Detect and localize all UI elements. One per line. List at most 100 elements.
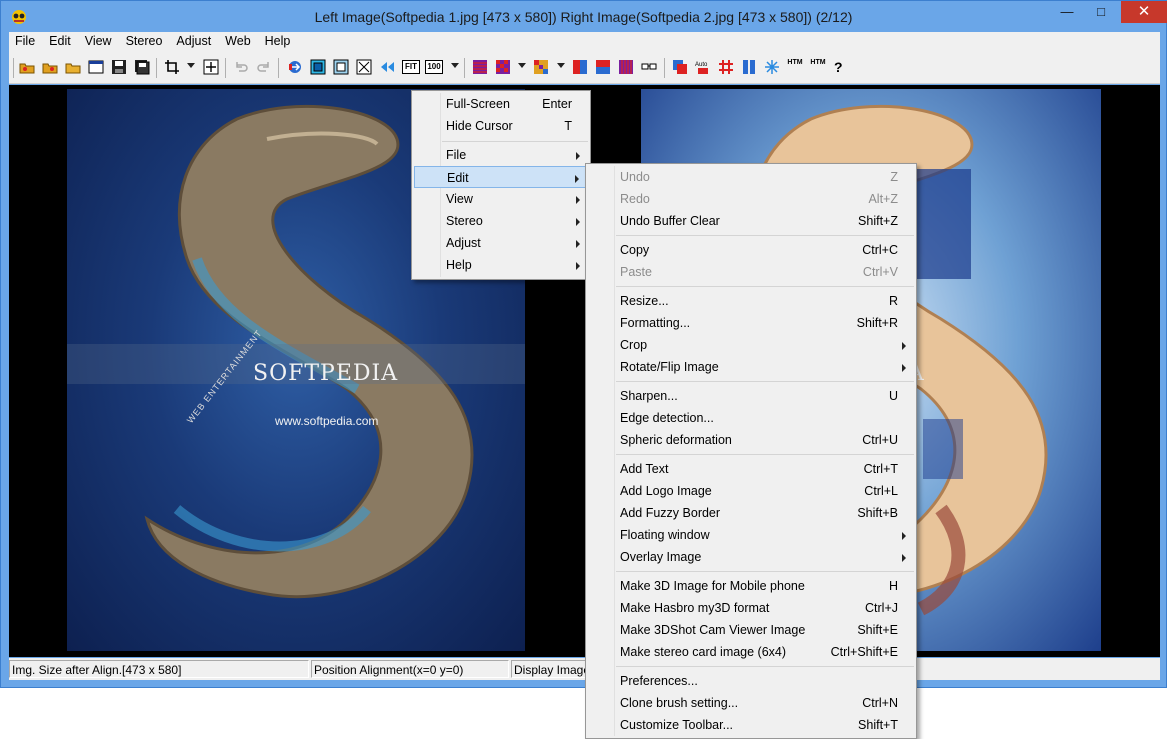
menu-item-add-logo-image[interactable]: Add Logo Image Ctrl+L <box>588 480 914 502</box>
anaglyph-side-icon[interactable] <box>572 59 588 75</box>
submenu-arrow-icon <box>902 342 906 350</box>
open-folder-icon[interactable] <box>65 59 81 75</box>
menu-item-shortcut: Shift+Z <box>858 214 898 228</box>
toolbar-separator <box>156 58 157 78</box>
window-icon[interactable] <box>88 59 104 75</box>
menu-item-crop[interactable]: Crop <box>588 334 914 356</box>
swap-icon[interactable] <box>287 59 303 75</box>
zoom-fit-button[interactable]: FIT <box>402 60 420 74</box>
menu-item-label: Paste <box>620 265 652 279</box>
mosaic-icon[interactable] <box>533 59 549 75</box>
red-blue-icon[interactable] <box>672 59 688 75</box>
htm-label: HTM <box>810 59 826 66</box>
maximize-button[interactable]: □ <box>1087 1 1115 23</box>
menu-stereo[interactable]: Stereo <box>126 32 163 48</box>
menu-file[interactable]: File <box>15 32 35 48</box>
html-export2-icon[interactable]: HTM <box>810 59 826 75</box>
menu-item-floating-window[interactable]: Floating window <box>588 524 914 546</box>
menu-item-make-hasbro[interactable]: Make Hasbro my3D format Ctrl+J <box>588 597 914 619</box>
menu-item-redo[interactable]: Redo Alt+Z <box>588 188 914 210</box>
menu-item-formatting[interactable]: Formatting... Shift+R <box>588 312 914 334</box>
mosaic-dropdown-icon[interactable] <box>557 63 565 68</box>
menu-item-stereo[interactable]: Stereo <box>414 210 588 232</box>
fit-window-icon[interactable] <box>356 59 372 75</box>
menu-item-view[interactable]: View <box>414 188 588 210</box>
menu-item-label: Hide Cursor <box>446 119 513 133</box>
frame-icon[interactable] <box>333 59 349 75</box>
menu-separator <box>442 141 588 142</box>
menu-item-sharpen[interactable]: Sharpen... U <box>588 385 914 407</box>
save-all-icon[interactable] <box>134 59 150 75</box>
menu-item-undo-buffer-clear[interactable]: Undo Buffer Clear Shift+Z <box>588 210 914 232</box>
menu-item-preferences[interactable]: Preferences... <box>588 670 914 692</box>
menu-view[interactable]: View <box>85 32 112 48</box>
menu-item-help[interactable]: Help <box>414 254 588 276</box>
menu-item-add-text[interactable]: Add Text Ctrl+T <box>588 458 914 480</box>
auto-align-icon[interactable]: Auto <box>695 59 711 75</box>
menu-item-overlay-image[interactable]: Overlay Image <box>588 546 914 568</box>
snowflake-icon[interactable] <box>764 59 780 75</box>
glasses-icon[interactable] <box>641 59 657 75</box>
menu-item-hide-cursor[interactable]: Hide Cursor T <box>414 115 588 137</box>
menu-item-label: Clone brush setting... <box>620 696 739 710</box>
minimize-button[interactable]: — <box>1053 1 1081 23</box>
menu-item-make-stereo-card[interactable]: Make stereo card image (6x4) Ctrl+Shift+… <box>588 641 914 663</box>
zoom-100-button[interactable]: 100 <box>425 60 443 74</box>
menu-item-label: Sharpen... <box>620 389 678 403</box>
redo-icon[interactable] <box>256 59 272 75</box>
html-export-icon[interactable]: HTM <box>787 59 803 75</box>
menu-item-add-fuzzy-border[interactable]: Add Fuzzy Border Shift+B <box>588 502 914 524</box>
save-icon[interactable] <box>111 59 127 75</box>
menu-item-resize[interactable]: Resize... R <box>588 290 914 312</box>
interlace-dropdown-icon[interactable] <box>518 63 526 68</box>
htm-label: HTM <box>787 59 803 66</box>
menu-item-customize-toolbar[interactable]: Customize Toolbar... Shift+T <box>588 714 914 736</box>
anaglyph-top-icon[interactable] <box>595 59 611 75</box>
menu-item-label: Copy <box>620 243 650 257</box>
menu-item-edit[interactable]: Edit <box>414 166 588 188</box>
menu-item-adjust[interactable]: Adjust <box>414 232 588 254</box>
menu-item-full-screen[interactable]: Full-Screen Enter <box>414 93 588 115</box>
column-interlace-icon[interactable] <box>618 59 634 75</box>
frame-cyan-icon[interactable] <box>310 59 326 75</box>
menu-item-shortcut: H <box>888 579 898 593</box>
submenu-arrow-icon <box>576 262 580 270</box>
menu-item-shortcut: T <box>564 119 572 133</box>
menu-item-clone-brush[interactable]: Clone brush setting... Ctrl+N <box>588 692 914 714</box>
checker-icon[interactable] <box>495 59 511 75</box>
menu-help[interactable]: Help <box>265 32 291 48</box>
undo-icon[interactable] <box>233 59 249 75</box>
menu-item-rotate-flip[interactable]: Rotate/Flip Image <box>588 356 914 378</box>
menu-item-spheric-deformation[interactable]: Spheric deformation Ctrl+U <box>588 429 914 451</box>
menu-item-make-3dshot[interactable]: Make 3DShot Cam Viewer Image Shift+E <box>588 619 914 641</box>
open-stereo-icon[interactable] <box>19 59 35 75</box>
split-icon[interactable] <box>741 59 757 75</box>
menu-item-label: Make 3D Image for Mobile phone <box>620 579 805 593</box>
menu-item-make-3d-mobile[interactable]: Make 3D Image for Mobile phone H <box>588 575 914 597</box>
menu-item-undo[interactable]: Undo Z <box>588 166 914 188</box>
toolbar: FIT 100 Auto HTM HTM ? <box>9 52 1160 84</box>
menu-item-label: Make 3DShot Cam Viewer Image <box>620 623 806 637</box>
interlace-icon[interactable] <box>472 59 488 75</box>
help-icon[interactable]: ? <box>834 59 850 75</box>
menu-item-shortcut: Ctrl+L <box>864 484 898 498</box>
rewind-icon[interactable] <box>379 59 395 75</box>
menu-adjust[interactable]: Adjust <box>176 32 211 48</box>
crop-icon[interactable] <box>164 59 180 75</box>
align-icon[interactable] <box>203 59 219 75</box>
menu-item-file[interactable]: File <box>414 144 588 166</box>
crop-dropdown-icon[interactable] <box>187 63 195 68</box>
open-pair-icon[interactable] <box>42 59 58 75</box>
menu-item-label: Undo Buffer Clear <box>620 214 720 228</box>
close-button[interactable]: ✕ <box>1121 1 1167 23</box>
menu-item-label: Make Hasbro my3D format <box>620 601 770 615</box>
menu-web[interactable]: Web <box>225 32 250 48</box>
submenu-arrow-icon <box>576 240 580 248</box>
grid-icon[interactable] <box>718 59 734 75</box>
menu-item-edge-detection[interactable]: Edge detection... <box>588 407 914 429</box>
menu-item-label: Help <box>446 258 472 272</box>
menu-item-paste[interactable]: Paste Ctrl+V <box>588 261 914 283</box>
menu-edit[interactable]: Edit <box>49 32 71 48</box>
menu-item-copy[interactable]: Copy Ctrl+C <box>588 239 914 261</box>
zoom-dropdown-icon[interactable] <box>451 63 459 68</box>
